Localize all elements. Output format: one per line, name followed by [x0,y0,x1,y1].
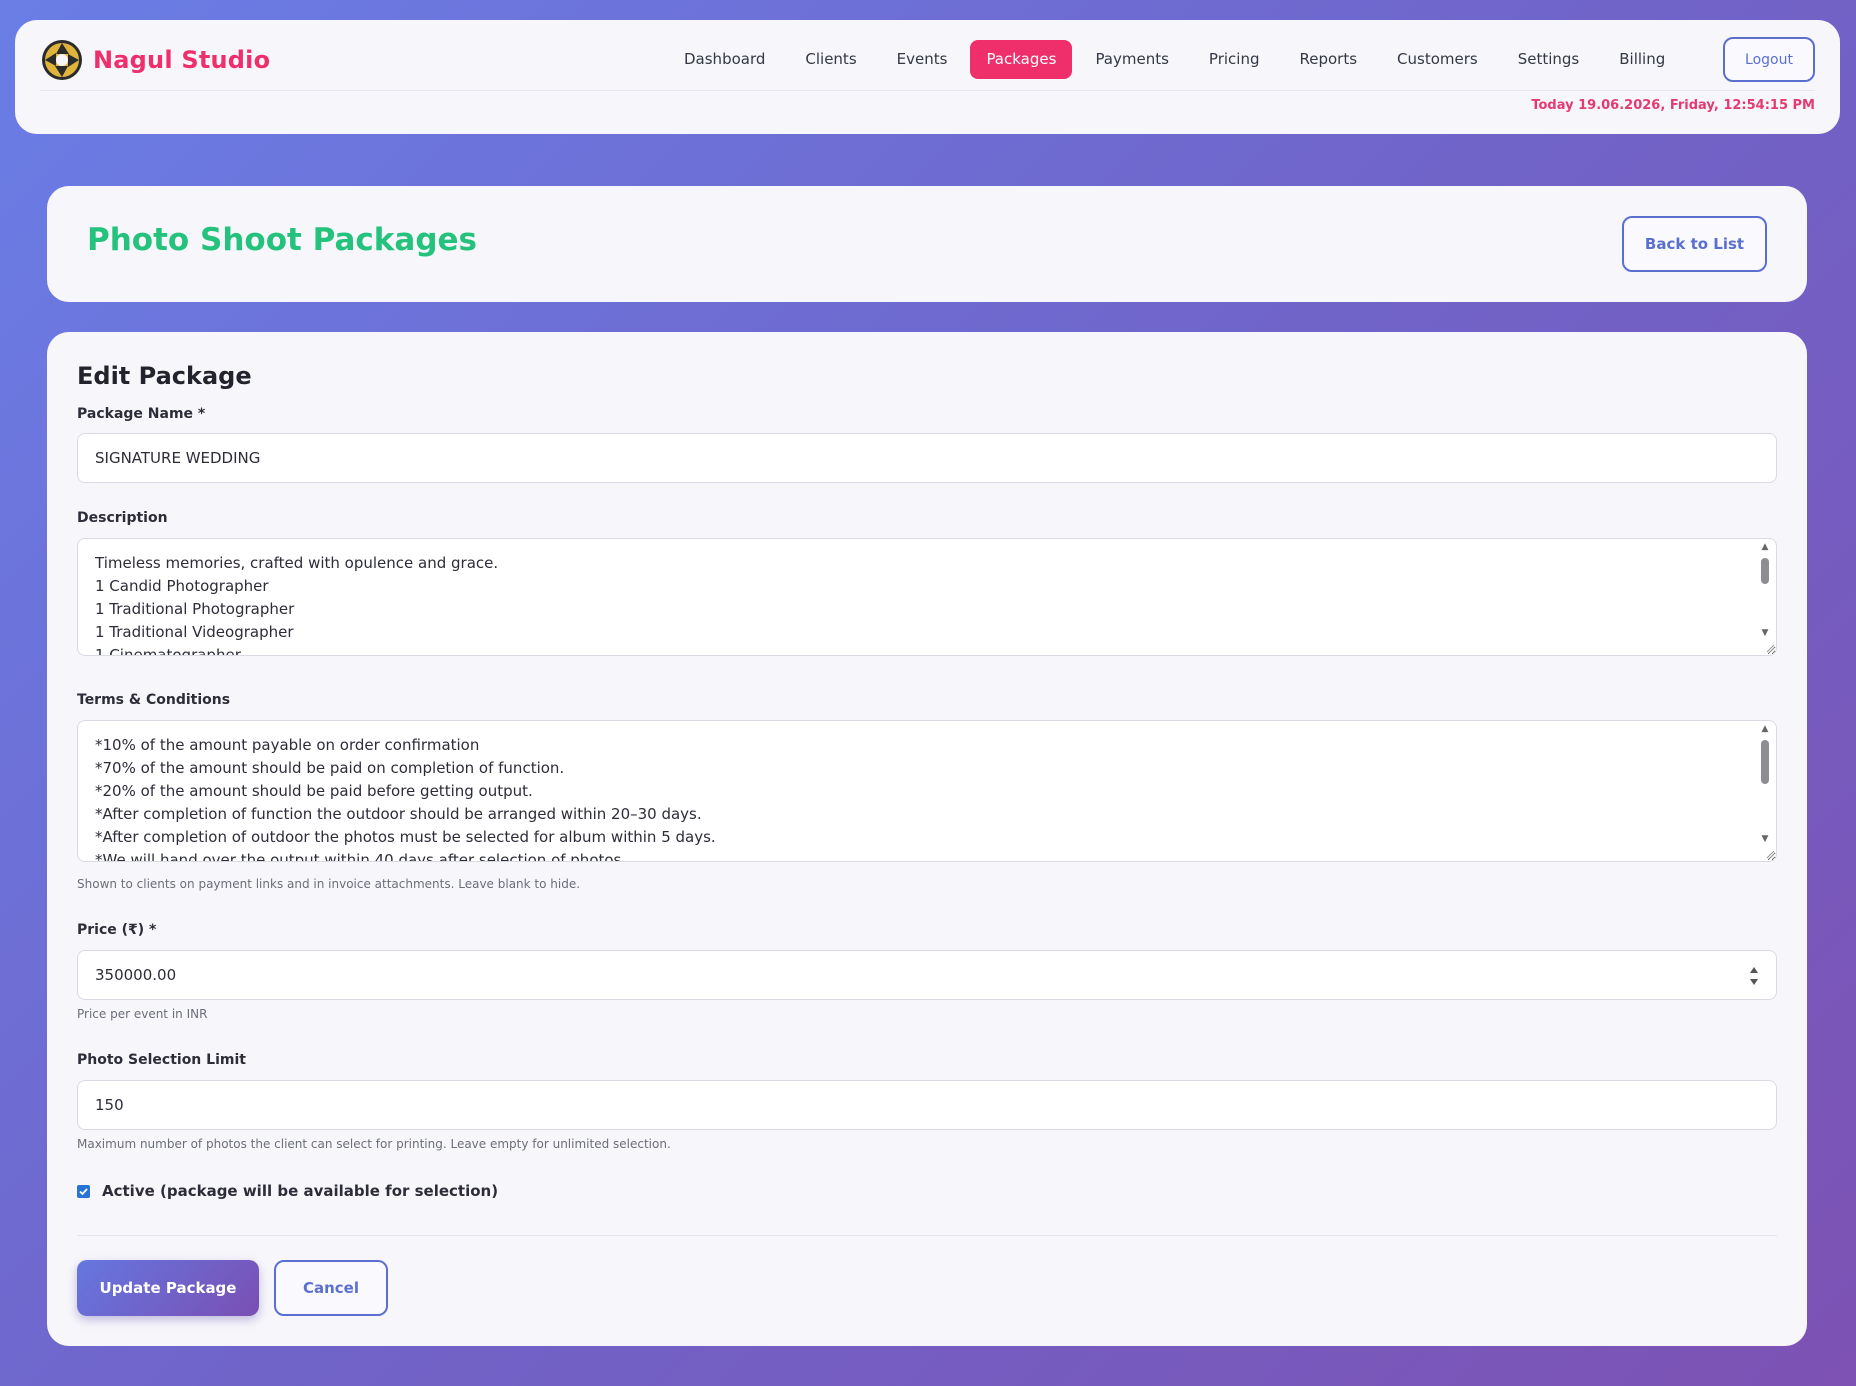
nav-item-payments[interactable]: Payments [1078,40,1185,79]
description-scrollbar[interactable]: ▲ ▼ [1760,542,1770,652]
brand[interactable]: Nagul Studio [39,38,270,82]
page-title: Photo Shoot Packages [87,222,477,258]
package-name-label: Package Name * [77,406,206,422]
nav-item-clients[interactable]: Clients [788,40,873,79]
scroll-down-icon[interactable]: ▼ [1760,834,1770,844]
back-to-list-button[interactable]: Back to List [1622,216,1767,272]
active-checkbox-label[interactable]: Active (package will be available for se… [102,1182,498,1200]
active-checkbox[interactable] [77,1184,90,1198]
header-divider [40,90,1815,91]
form-divider [77,1235,1777,1236]
scroll-thumb[interactable] [1761,558,1769,584]
edit-package-form: Edit Package Package Name * SIGNATURE WE… [47,332,1807,1346]
photo-limit-label: Photo Selection Limit [77,1052,246,1068]
terms-textarea[interactable]: *10% of the amount payable on order conf… [77,720,1777,862]
logout-button[interactable]: Logout [1723,37,1815,82]
form-heading: Edit Package [77,362,252,390]
description-label: Description [77,510,168,526]
terms-hint: Shown to clients on payment links and in… [77,877,581,891]
nav-item-reports[interactable]: Reports [1282,40,1374,79]
cancel-button[interactable]: Cancel [274,1260,388,1316]
scroll-up-icon[interactable]: ▲ [1760,724,1770,734]
nav-item-settings[interactable]: Settings [1501,40,1597,79]
nav-item-pricing[interactable]: Pricing [1192,40,1277,79]
top-header: Nagul Studio Dashboard Clients Events Pa… [15,20,1840,134]
brand-name: Nagul Studio [93,46,271,74]
terms-scrollbar[interactable]: ▲ ▼ [1760,724,1770,858]
number-spinner-icon[interactable] [1748,964,1760,988]
nav-item-billing[interactable]: Billing [1602,40,1682,79]
photo-limit-hint: Maximum number of photos the client can … [77,1137,671,1151]
price-label: Price (₹) * [77,922,157,938]
main-nav: Dashboard Clients Events Packages Paymen… [667,40,1688,79]
price-value: 350000.00 [95,966,177,984]
nav-item-events[interactable]: Events [880,40,965,79]
aperture-logo-icon [42,40,82,80]
title-card: Photo Shoot Packages Back to List [47,186,1807,302]
scroll-thumb[interactable] [1761,740,1769,784]
resize-grip-icon[interactable] [1765,849,1775,859]
price-input[interactable]: 350000.00 [77,950,1777,1000]
nav-item-customers[interactable]: Customers [1380,40,1495,79]
package-name-input[interactable]: SIGNATURE WEDDING [77,433,1777,483]
nav-item-dashboard[interactable]: Dashboard [667,40,782,79]
scroll-up-icon[interactable]: ▲ [1760,542,1770,552]
checkmark-icon [79,1187,88,1195]
scroll-down-icon[interactable]: ▼ [1760,628,1770,638]
active-checkbox-row[interactable]: Active (package will be available for se… [77,1182,498,1200]
current-datetime: Today 19.06.2026, Friday, 12:54:15 PM [1531,98,1815,113]
photo-limit-input[interactable]: 150 [77,1080,1777,1130]
price-hint: Price per event in INR [77,1007,208,1021]
resize-grip-icon[interactable] [1765,643,1775,653]
description-textarea[interactable]: Timeless memories, crafted with opulence… [77,538,1777,656]
update-package-button[interactable]: Update Package [77,1260,259,1316]
terms-label: Terms & Conditions [77,692,231,708]
nav-item-packages[interactable]: Packages [970,40,1073,79]
